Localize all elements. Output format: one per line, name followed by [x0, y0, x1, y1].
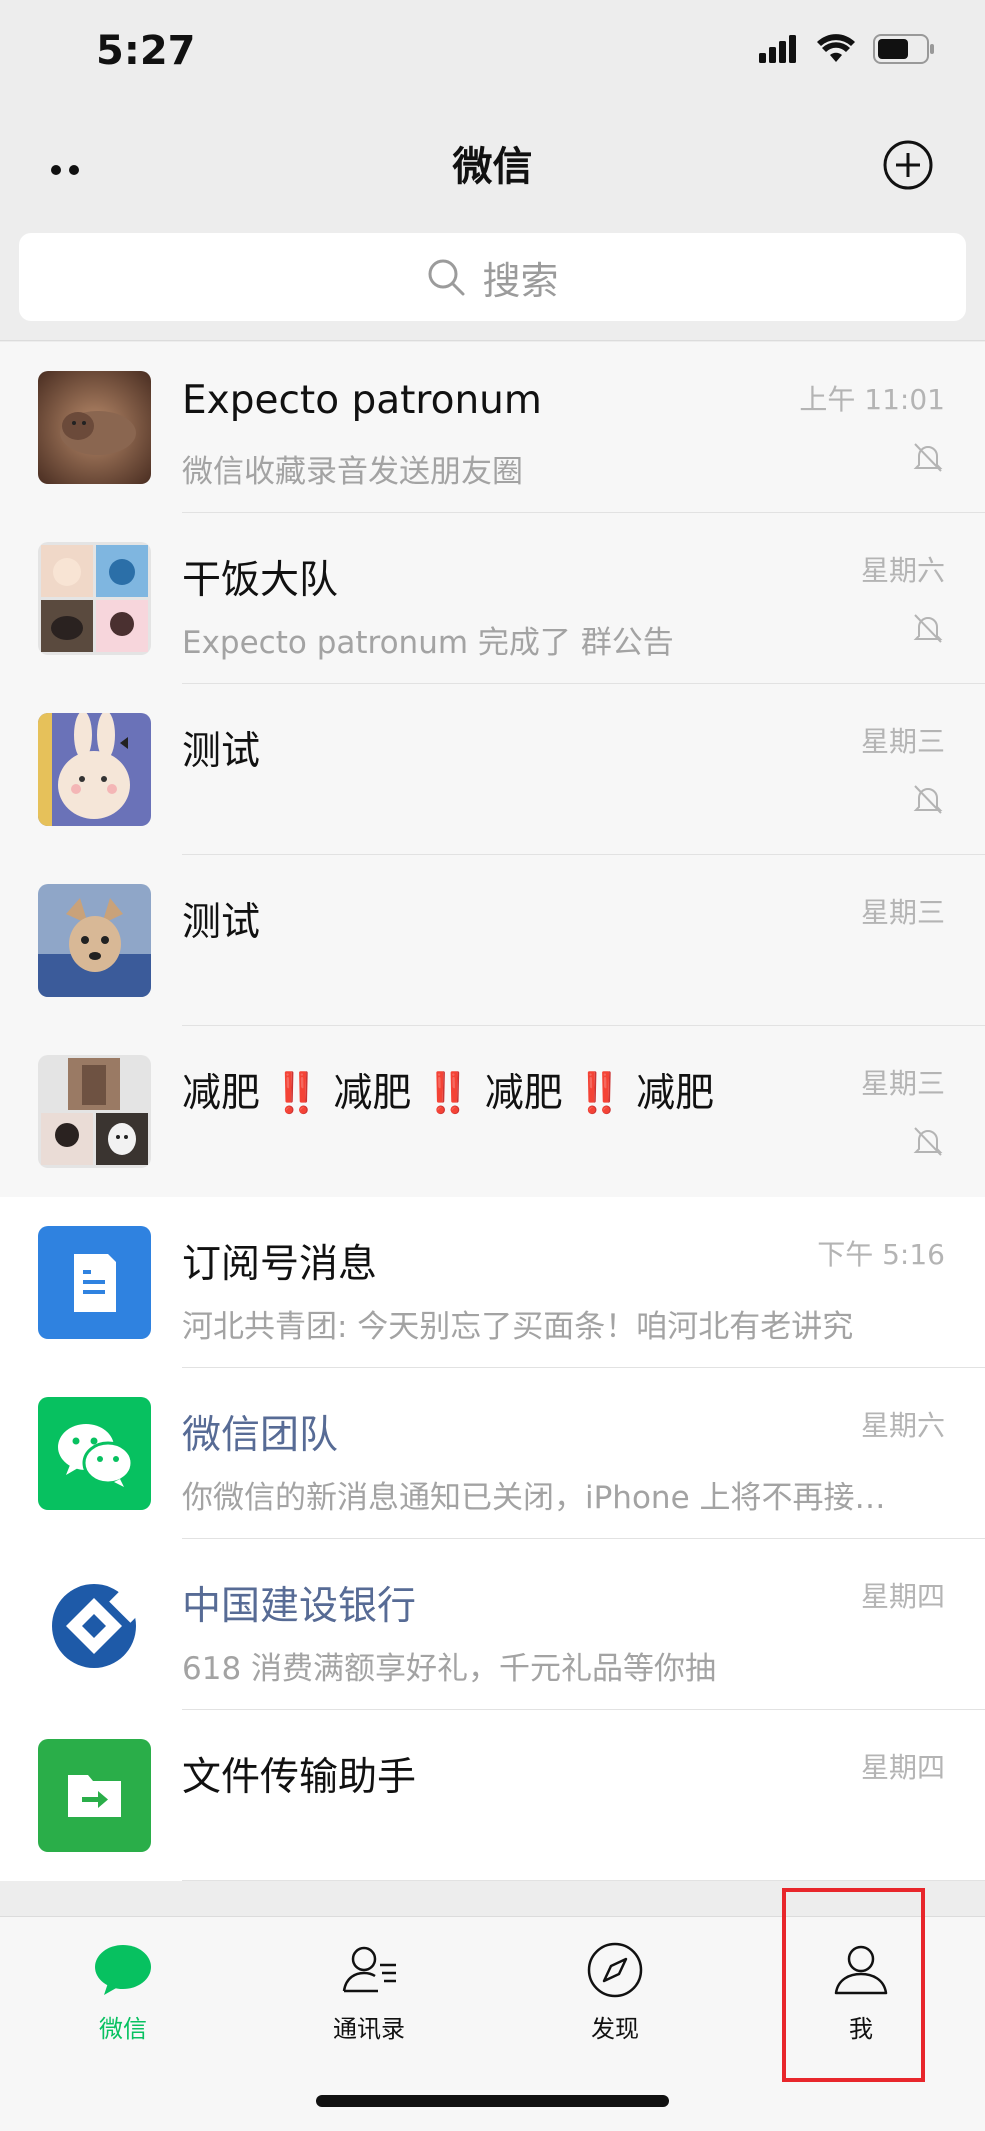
compass-icon	[587, 1942, 643, 1998]
status-icons	[759, 34, 935, 64]
chat-time: 星期六	[860, 1409, 945, 1442]
page-title: 微信	[452, 144, 533, 190]
divider	[182, 1880, 985, 1881]
chat-time: 上午 11:01	[799, 383, 945, 416]
search-bar: 搜索	[0, 225, 985, 341]
chat-item[interactable]: Expecto patronum 微信收藏录音发送朋友圈 上午 11:01	[0, 342, 985, 513]
search-placeholder: 搜索	[482, 258, 559, 303]
chat-preview: 微信收藏录音发送朋友圈	[182, 454, 523, 490]
name-part: 减肥	[333, 1071, 412, 1116]
bank-logo-avatar	[38, 1568, 151, 1681]
tab-chats[interactable]: 微信	[33, 1939, 213, 2049]
chat-time: 星期三	[860, 725, 945, 758]
wifi-icon	[817, 34, 855, 62]
tab-contacts[interactable]: 通讯录	[279, 1939, 459, 2049]
mute-bell-icon	[913, 443, 943, 472]
chat-preview: Expecto patronum 完成了 群公告	[182, 625, 674, 661]
name-part: 减肥	[182, 1071, 261, 1116]
chat-preview: 618 消费满额享好礼，千元礼品等你抽	[182, 1651, 717, 1687]
chat-item-official[interactable]: 中国建设银行 618 消费满额享好礼，千元礼品等你抽 星期四	[0, 1539, 985, 1710]
search-input[interactable]: 搜索	[19, 233, 966, 321]
avatar	[38, 884, 151, 997]
chat-time: 星期三	[860, 1067, 945, 1100]
name-part: 减肥	[484, 1071, 563, 1116]
home-indicator	[316, 2095, 669, 2107]
chat-time: 星期四	[860, 1751, 945, 1784]
chat-name: 微信团队	[182, 1413, 339, 1458]
chat-preview: 河北共青团: 今天别忘了买面条！咱河北有老讲究	[182, 1309, 854, 1345]
file-transfer-avatar	[38, 1739, 151, 1852]
double-exclamation-icon: ‼️	[272, 1071, 321, 1116]
name-part: 减肥	[636, 1071, 715, 1116]
chat-item[interactable]: 干饭大队 Expecto patronum 完成了 群公告 星期六	[0, 513, 985, 684]
double-exclamation-icon: ‼️	[575, 1071, 624, 1116]
double-exclamation-icon: ‼️	[423, 1071, 473, 1116]
chat-name: 中国建设银行	[182, 1584, 417, 1629]
chat-time: 下午 5:16	[817, 1238, 945, 1271]
nav-bar: 微信	[0, 110, 985, 225]
chat-item-subscriptions[interactable]: 订阅号消息 河北共青团: 今天别忘了买面条！咱河北有老讲究 下午 5:16	[0, 1197, 985, 1368]
chat-item-file-transfer[interactable]: 文件传输助手 星期四	[0, 1710, 985, 1881]
mute-bell-icon	[913, 1127, 943, 1156]
chat-list: Expecto patronum 微信收藏录音发送朋友圈 上午 11:01 干饭…	[0, 342, 985, 1881]
tab-label: 通讯录	[333, 2015, 405, 2043]
contacts-icon	[342, 1946, 396, 1993]
battery-icon	[873, 34, 934, 64]
tab-label: 微信	[99, 2015, 147, 2043]
signal-icon	[759, 35, 796, 63]
chat-name: 订阅号消息	[182, 1242, 378, 1287]
chat-bubble-icon	[95, 1945, 151, 1995]
chat-name: 干饭大队	[182, 558, 339, 603]
chat-name: 测试	[182, 729, 261, 774]
tab-discover[interactable]: 发现	[525, 1939, 705, 2049]
mute-bell-icon	[913, 785, 943, 814]
mute-bell-icon	[913, 614, 943, 643]
chat-item[interactable]: 测试 星期三	[0, 684, 985, 855]
subscription-avatar	[38, 1226, 151, 1339]
add-button[interactable]	[873, 130, 943, 200]
chat-name: 文件传输助手	[182, 1755, 417, 1800]
wechat-logo-avatar	[38, 1397, 151, 1510]
chat-name-multi: 减肥 ‼️ 减肥 ‼️ 减肥 ‼️ 减肥	[182, 1062, 714, 1118]
avatar	[38, 371, 151, 484]
plus-circle-icon	[883, 140, 933, 190]
group-avatar	[38, 1055, 151, 1168]
avatar	[38, 713, 151, 826]
chat-time: 星期三	[860, 896, 945, 929]
search-icon	[428, 259, 465, 296]
chat-item[interactable]: 测试 星期三	[0, 855, 985, 1026]
chat-time: 星期六	[860, 554, 945, 587]
tab-label: 发现	[591, 2015, 639, 2043]
highlight-box	[782, 1888, 925, 2082]
chat-name: 测试	[182, 900, 261, 945]
chat-time: 星期四	[860, 1580, 945, 1613]
status-bar: 5:27	[0, 0, 985, 110]
chat-item-official[interactable]: 微信团队 你微信的新消息通知已关闭，iPhone 上将不再接… 星期六	[0, 1368, 985, 1539]
status-time: 5:27	[96, 28, 196, 74]
chat-item[interactable]: 减肥 ‼️ 减肥 ‼️ 减肥 ‼️ 减肥 星期三	[0, 1026, 985, 1197]
chat-preview: 你微信的新消息通知已关闭，iPhone 上将不再接…	[182, 1480, 886, 1516]
chat-name: Expecto patronum	[182, 378, 542, 423]
group-avatar	[38, 542, 151, 655]
